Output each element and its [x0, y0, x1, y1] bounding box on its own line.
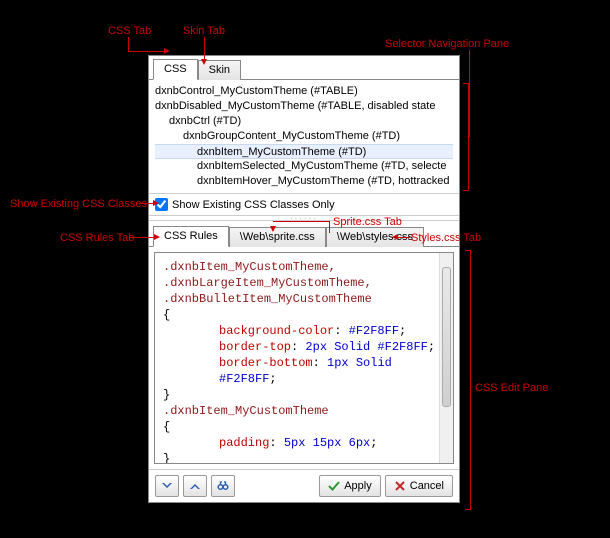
apply-button[interactable]: Apply — [319, 475, 381, 497]
code-brace: { — [163, 420, 170, 434]
tab-css[interactable]: CSS — [153, 59, 198, 80]
code-selector: .dxnbItem_MyCustomTheme — [163, 404, 329, 418]
code-brace: { — [163, 308, 170, 322]
selector-navigation-pane[interactable]: dxnbControl_MyCustomTheme (#TABLE) dxnbD… — [149, 80, 459, 194]
binoculars-icon — [217, 480, 229, 492]
scrollbar-thumb[interactable] — [442, 267, 451, 407]
apply-label: Apply — [344, 480, 372, 492]
code-val: #F2F8FF — [349, 324, 399, 338]
annotation-css-edit-pane: CSS Edit Pane — [475, 382, 548, 394]
move-down-button[interactable] — [155, 475, 179, 497]
code-prop: border-bottom — [219, 356, 313, 370]
code-scrollbar[interactable] — [439, 253, 453, 463]
annotation-selector-pane: Selector Navigation Pane — [385, 38, 509, 50]
code-selector: .dxnbItem_MyCustomTheme, — [163, 260, 336, 274]
code-prop: padding — [219, 436, 269, 450]
code-brace: } — [163, 388, 170, 402]
selector-row[interactable]: dxnbDisabled_MyCustomTheme (#TABLE, disa… — [155, 99, 453, 114]
code-brace: } — [163, 452, 170, 464]
chevron-down-icon — [161, 480, 173, 492]
annotation-skin-tab: Skin Tab — [183, 25, 225, 37]
code-prop: background-color — [219, 324, 334, 338]
selector-row[interactable]: dxnbItemSelected_MyCustomTheme (#TD, sel… — [155, 159, 453, 174]
annotation-sprite-tab: Sprite.css Tab — [333, 216, 402, 228]
footer-toolbar: Apply Cancel — [149, 469, 459, 502]
chevron-up-icon — [189, 480, 201, 492]
close-icon — [394, 480, 406, 492]
code-val: 5px 15px 6px — [284, 436, 370, 450]
annotation-styles-tab: Styles.css Tab — [411, 232, 481, 244]
annotation-css-tab: CSS Tab — [108, 25, 151, 37]
tab-css-rules[interactable]: CSS Rules — [153, 226, 229, 247]
tabs-top: CSS Skin — [149, 56, 459, 80]
move-up-button[interactable] — [183, 475, 207, 497]
theme-editor-panel: CSS Skin dxnbControl_MyCustomTheme (#TAB… — [148, 55, 460, 503]
selector-row[interactable]: dxnbGroupContent_MyCustomTheme (#TD) — [155, 129, 453, 144]
selector-row[interactable]: dxnbControl_MyCustomTheme (#TABLE) — [155, 84, 453, 99]
code-val: 2px Solid #F2F8FF — [305, 340, 427, 354]
css-edit-pane[interactable]: .dxnbItem_MyCustomTheme, .dxnbLargeItem_… — [154, 252, 454, 464]
annotation-show-existing: Show Existing CSS Classes — [10, 198, 147, 210]
selector-row[interactable]: dxnbItemHover_MyCustomTheme (#TD, hottra… — [155, 174, 453, 189]
cancel-button[interactable]: Cancel — [385, 475, 453, 497]
code-selector: .dxnbLargeItem_MyCustomTheme, — [163, 276, 372, 290]
code-selector: .dxnbBulletItem_MyCustomTheme — [163, 292, 372, 306]
selector-row-selected[interactable]: dxnbItem_MyCustomTheme (#TD) — [155, 144, 453, 159]
show-existing-label: Show Existing CSS Classes Only — [172, 199, 335, 211]
find-button[interactable] — [211, 475, 235, 497]
selector-row[interactable]: dxnbCtrl (#TD) — [155, 114, 453, 129]
code-prop: border-top — [219, 340, 291, 354]
annotation-css-rules-tab: CSS Rules Tab — [60, 232, 134, 244]
cancel-label: Cancel — [410, 480, 444, 492]
tab-sprite-css[interactable]: \Web\sprite.css — [229, 227, 326, 247]
check-icon — [328, 480, 340, 492]
